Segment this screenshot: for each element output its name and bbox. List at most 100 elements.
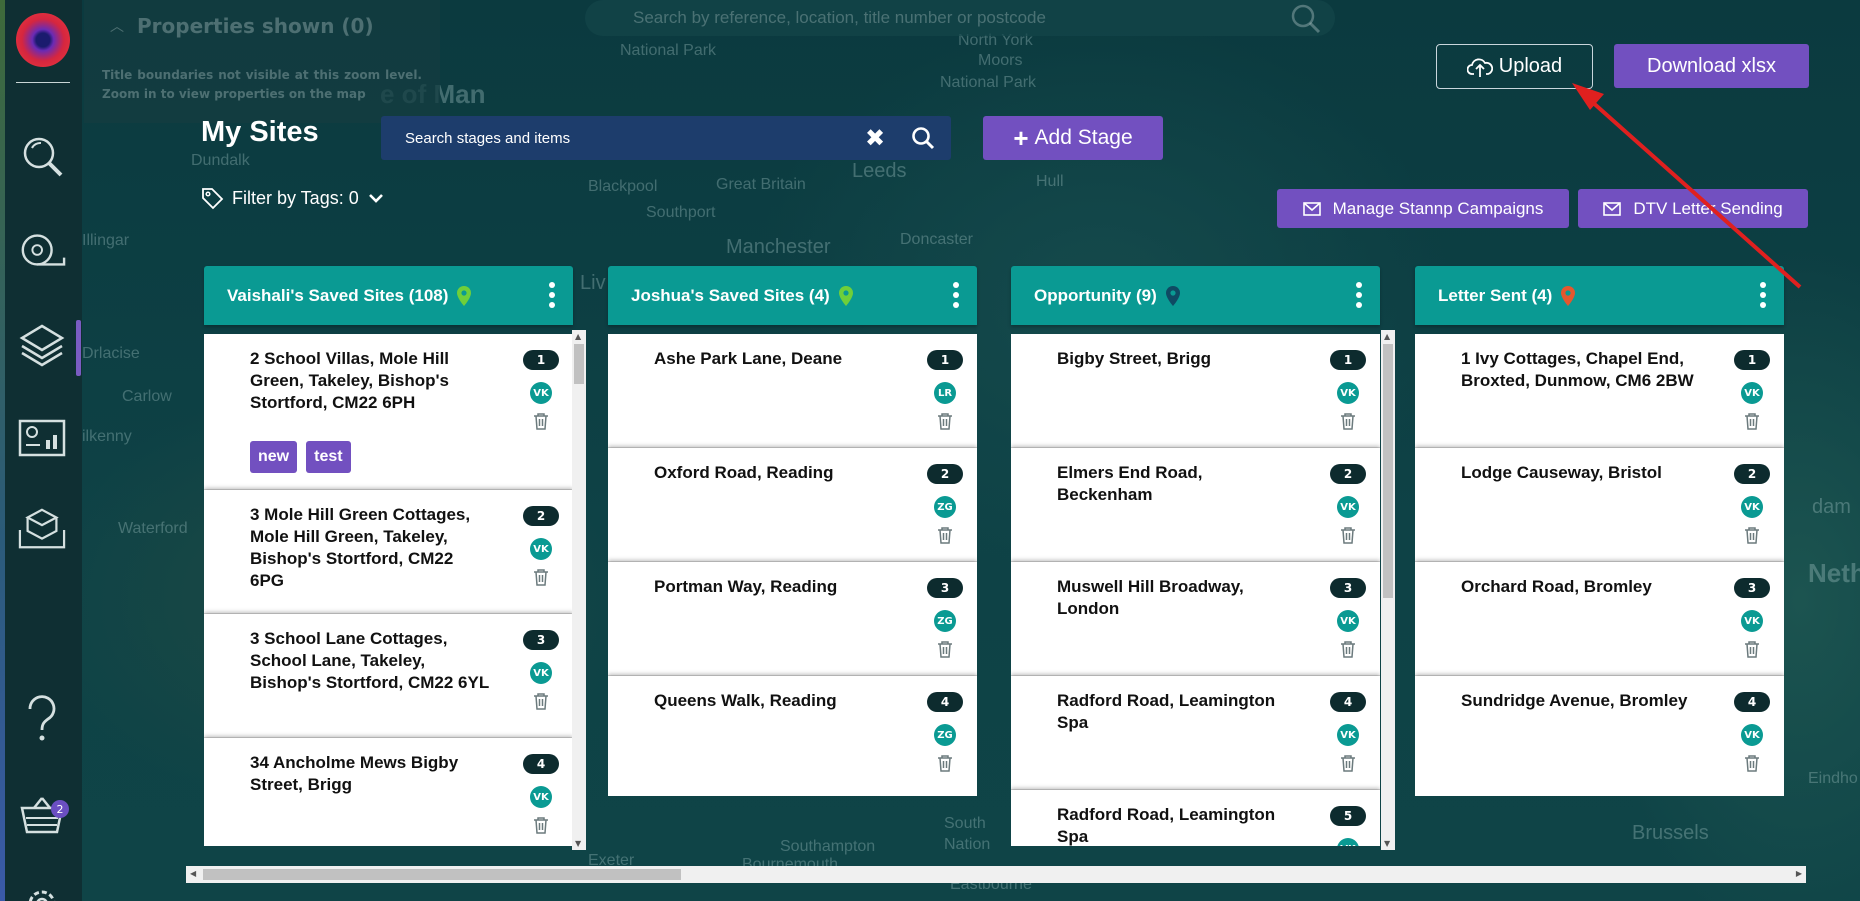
- trash-icon[interactable]: [1744, 640, 1760, 662]
- trash-icon[interactable]: [533, 568, 549, 590]
- user-avatar[interactable]: VK: [1337, 610, 1359, 632]
- layers-icon[interactable]: [18, 320, 66, 368]
- site-card[interactable]: Ashe Park Lane, Deane 1 LR: [608, 334, 977, 448]
- site-card[interactable]: Radford Road, Leamington Spa 5 VK: [1011, 790, 1380, 846]
- scroll-left-icon[interactable]: ◀: [190, 869, 196, 878]
- chevron-up-icon[interactable]: ︿: [110, 16, 124, 36]
- user-avatar[interactable]: VK: [1337, 496, 1359, 518]
- scroll-down-icon[interactable]: ▼: [1384, 839, 1390, 848]
- site-card[interactable]: 34 Ancholme Mews Bigby Street, Brigg 4 VK: [204, 738, 573, 846]
- trash-icon[interactable]: [1744, 412, 1760, 434]
- settings-icon[interactable]: [18, 880, 66, 901]
- column-scrollbar[interactable]: ▲ ▼: [1381, 330, 1395, 850]
- measure-tape-icon[interactable]: [18, 226, 66, 274]
- user-avatar[interactable]: ZG: [934, 610, 956, 632]
- site-card[interactable]: Queens Walk, Reading 4 ZG: [608, 676, 977, 796]
- stage-header[interactable]: Opportunity (9): [1011, 266, 1380, 325]
- card-order-badge: 5: [1330, 806, 1366, 826]
- site-card[interactable]: 3 Mole Hill Green Cottages, Mole Hill Gr…: [204, 490, 573, 614]
- manage-stannp-campaigns-button[interactable]: Manage Stannp Campaigns: [1277, 189, 1569, 228]
- trash-icon[interactable]: [1340, 754, 1356, 776]
- stage-title: Opportunity (9): [1034, 285, 1157, 305]
- user-avatar[interactable]: ZG: [934, 724, 956, 746]
- scroll-up-icon[interactable]: ▲: [575, 332, 581, 341]
- stage-search-input[interactable]: [381, 116, 855, 160]
- download-xlsx-button[interactable]: Download xlsx: [1614, 44, 1809, 88]
- help-icon[interactable]: [18, 695, 66, 743]
- column-scrollbar[interactable]: ▲ ▼: [572, 330, 586, 850]
- scrollbar-thumb[interactable]: [1383, 344, 1393, 598]
- stage-card-list[interactable]: 2 School Villas, Mole Hill Green, Takele…: [204, 334, 573, 846]
- add-stage-button[interactable]: + Add Stage: [983, 116, 1163, 160]
- user-avatar[interactable]: VK: [1741, 610, 1763, 632]
- user-avatar[interactable]: VK: [530, 786, 552, 808]
- more-options-icon[interactable]: [953, 282, 959, 308]
- site-card[interactable]: Sundridge Avenue, Bromley 4 VK: [1415, 676, 1784, 796]
- trash-icon[interactable]: [1340, 640, 1356, 662]
- search-icon[interactable]: [1290, 3, 1322, 39]
- scroll-right-icon[interactable]: ▶: [1796, 869, 1802, 878]
- stage-card-list[interactable]: 1 Ivy Cottages, Chapel End, Broxted, Dun…: [1415, 334, 1784, 796]
- trash-icon[interactable]: [533, 816, 549, 838]
- user-avatar[interactable]: VK: [530, 382, 552, 404]
- user-avatar[interactable]: VK: [1741, 382, 1763, 404]
- stage-card-list[interactable]: Ashe Park Lane, Deane 1 LR Oxford Road, Rea…: [608, 334, 977, 796]
- user-avatar[interactable]: VK: [530, 662, 552, 684]
- site-card[interactable]: Bigby Street, Brigg 1 VK: [1011, 334, 1380, 448]
- site-card[interactable]: Oxford Road, Reading 2 ZG: [608, 448, 977, 562]
- trash-icon[interactable]: [937, 640, 953, 662]
- site-card[interactable]: 2 School Villas, Mole Hill Green, Takele…: [204, 334, 573, 490]
- trash-icon[interactable]: [1340, 412, 1356, 434]
- site-card[interactable]: Orchard Road, Bromley 3 VK: [1415, 562, 1784, 676]
- clear-search-icon[interactable]: ✖: [855, 116, 895, 160]
- site-card[interactable]: Lodge Causeway, Bristol 2 VK: [1415, 448, 1784, 562]
- site-card[interactable]: Muswell Hill Broadway, London 3 VK: [1011, 562, 1380, 676]
- user-avatar[interactable]: VK: [1337, 382, 1359, 404]
- trash-icon[interactable]: [1744, 754, 1760, 776]
- search-icon[interactable]: [895, 116, 951, 160]
- site-card[interactable]: Portman Way, Reading 3 ZG: [608, 562, 977, 676]
- user-avatar[interactable]: VK: [1337, 838, 1359, 846]
- more-options-icon[interactable]: [549, 282, 555, 308]
- user-avatar[interactable]: VK: [1337, 724, 1359, 746]
- trash-icon[interactable]: [1744, 526, 1760, 548]
- more-options-icon[interactable]: [1760, 282, 1766, 308]
- stage-header[interactable]: Vaishali's Saved Sites (108): [204, 266, 573, 325]
- scroll-up-icon[interactable]: ▲: [1384, 332, 1390, 341]
- scroll-down-icon[interactable]: ▼: [575, 839, 581, 848]
- stage-header[interactable]: Joshua's Saved Sites (4): [608, 266, 977, 325]
- trash-icon[interactable]: [937, 412, 953, 434]
- trash-icon[interactable]: [937, 526, 953, 548]
- stage-card-list[interactable]: Bigby Street, Brigg 1 VK Elmers End Road, B…: [1011, 334, 1380, 846]
- site-card[interactable]: 3 School Lane Cottages, School Lane, Tak…: [204, 614, 573, 738]
- dtv-letter-sending-button[interactable]: DTV Letter Sending: [1578, 189, 1808, 228]
- trash-icon[interactable]: [533, 412, 549, 434]
- site-card[interactable]: Radford Road, Leamington Spa 4 VK: [1011, 676, 1380, 790]
- user-avatar[interactable]: ZG: [934, 496, 956, 518]
- scrollbar-thumb[interactable]: [203, 869, 681, 880]
- search-icon[interactable]: [18, 132, 66, 180]
- tag-chip[interactable]: new: [250, 441, 298, 473]
- map-place-label: Dundalk: [191, 152, 250, 169]
- more-options-icon[interactable]: [1356, 282, 1362, 308]
- trash-icon[interactable]: [1340, 526, 1356, 548]
- properties-title[interactable]: Properties shown (0): [137, 14, 374, 38]
- trash-icon[interactable]: [937, 754, 953, 776]
- user-avatar[interactable]: LR: [934, 382, 956, 404]
- user-avatar[interactable]: VK: [530, 538, 552, 560]
- filter-by-tags[interactable]: Filter by Tags: 0: [200, 186, 385, 210]
- map-search-input[interactable]: [585, 0, 1335, 36]
- user-avatar[interactable]: VK: [1741, 496, 1763, 518]
- site-card[interactable]: Elmers End Road, Beckenham 2 VK: [1011, 448, 1380, 562]
- dashboard-icon[interactable]: [18, 414, 66, 462]
- logo[interactable]: [16, 13, 70, 67]
- map-3d-icon[interactable]: [18, 505, 66, 553]
- trash-icon[interactable]: [533, 692, 549, 714]
- site-card[interactable]: 1 Ivy Cottages, Chapel End, Broxted, Dun…: [1415, 334, 1784, 448]
- user-avatar[interactable]: VK: [1741, 724, 1763, 746]
- tag-chip[interactable]: test: [306, 441, 351, 473]
- stage-header[interactable]: Letter Sent (4): [1415, 266, 1784, 325]
- upload-button[interactable]: Upload: [1436, 44, 1593, 89]
- board-horizontal-scrollbar[interactable]: ◀ ▶: [186, 866, 1806, 883]
- scrollbar-thumb[interactable]: [574, 344, 584, 384]
